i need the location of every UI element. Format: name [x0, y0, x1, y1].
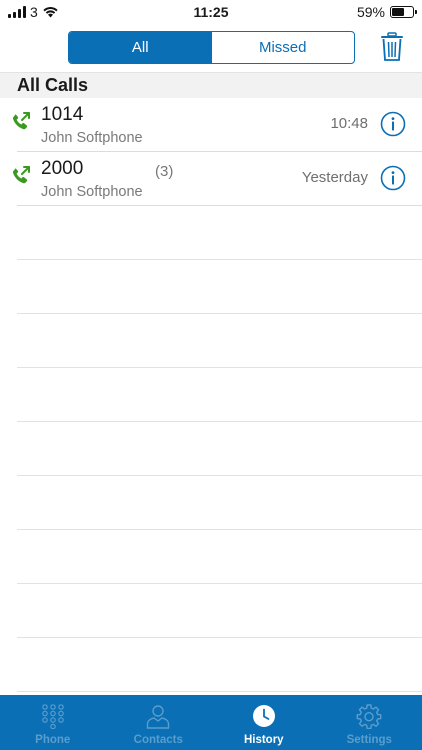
call-name: John Softphone	[41, 130, 143, 146]
battery-icon	[390, 6, 417, 18]
tab-history[interactable]: History	[211, 695, 317, 750]
call-time: 10:48	[330, 115, 368, 132]
call-number: 1014	[41, 104, 84, 125]
empty-row	[0, 584, 422, 638]
empty-row	[0, 260, 422, 314]
history-header: All Missed	[0, 24, 422, 72]
call-number: 2000	[41, 158, 84, 179]
empty-row	[0, 638, 422, 692]
empty-row	[0, 368, 422, 422]
call-count: (3)	[155, 163, 174, 180]
section-header: All Calls	[0, 72, 422, 98]
segment-missed[interactable]: Missed	[212, 32, 355, 63]
contacts-icon	[147, 705, 170, 729]
info-icon[interactable]	[380, 111, 406, 137]
tab-contacts[interactable]: Contacts	[106, 695, 212, 750]
tab-phone[interactable]: Phone	[0, 695, 106, 750]
battery-fill	[392, 8, 404, 16]
call-time: Yesterday	[301, 169, 368, 186]
call-row[interactable]: 1014 John Softphone 10:48	[0, 98, 422, 152]
empty-row	[0, 530, 422, 584]
outgoing-call-icon	[12, 112, 30, 130]
battery-percent: 59%	[356, 4, 385, 20]
call-name: John Softphone	[41, 184, 143, 200]
call-filter-segmented-control: All Missed	[68, 31, 355, 64]
tab-label: Settings	[346, 734, 392, 746]
call-list: 1014 John Softphone 10:48 2000 (3) John …	[0, 98, 422, 692]
clock-icon	[252, 705, 275, 727]
call-row[interactable]: 2000 (3) John Softphone Yesterday	[0, 152, 422, 206]
tab-label: History	[243, 734, 284, 746]
trash-icon[interactable]	[380, 32, 404, 62]
tab-bar: Phone Contacts History Settings	[0, 695, 422, 750]
segment-all[interactable]: All	[69, 32, 212, 63]
empty-row	[0, 206, 422, 260]
tab-label: Contacts	[133, 734, 183, 746]
outgoing-call-icon	[12, 166, 30, 184]
tab-settings[interactable]: Settings	[317, 695, 422, 750]
tab-label: Phone	[35, 734, 71, 746]
info-icon[interactable]	[380, 165, 406, 191]
empty-row	[0, 422, 422, 476]
keypad-icon	[41, 704, 64, 729]
section-title: All Calls	[17, 75, 89, 95]
status-bar: 3 11:25 59%	[0, 0, 422, 24]
empty-row	[0, 314, 422, 368]
empty-row	[0, 476, 422, 530]
status-right: 59%	[356, 4, 417, 20]
gear-icon	[356, 704, 382, 729]
